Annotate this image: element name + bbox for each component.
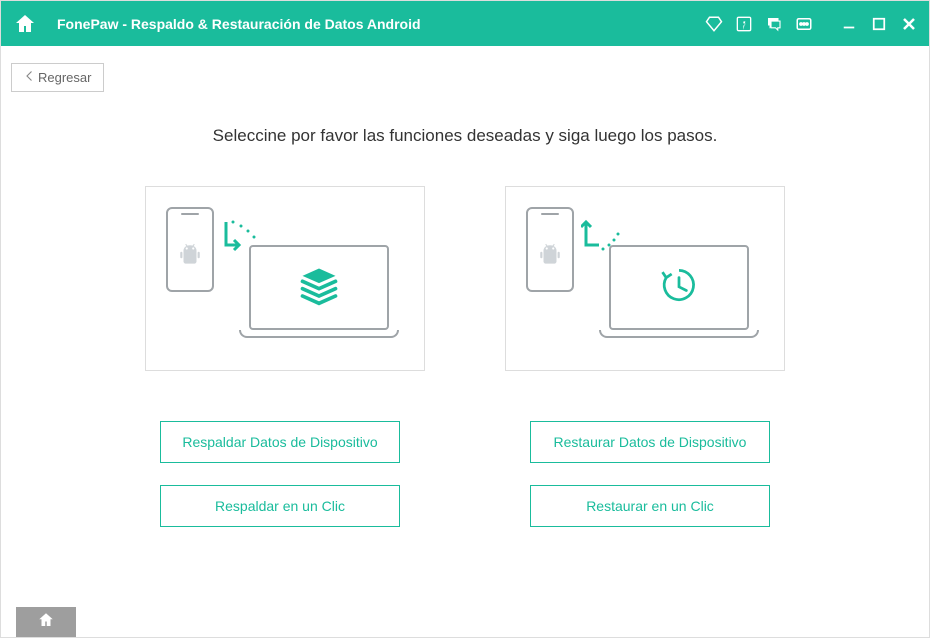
footer-home-button[interactable] (16, 607, 76, 637)
android-icon (537, 240, 563, 270)
main-content: Seleccine por favor las funciones desead… (1, 46, 929, 527)
app-title: FonePaw - Respaldo & Restauración de Dat… (57, 16, 705, 32)
android-icon (177, 240, 203, 270)
restore-device-button[interactable]: Restaurar Datos de Dispositivo (530, 421, 770, 463)
instruction-text: Seleccine por favor las funciones desead… (1, 126, 929, 146)
back-button[interactable]: Regresar (11, 63, 104, 92)
backup-device-button[interactable]: Respaldar Datos de Dispositivo (160, 421, 400, 463)
backup-buttons-column: Respaldar Datos de Dispositivo Respaldar… (160, 421, 400, 527)
titlebar-actions (705, 15, 917, 33)
close-button[interactable] (901, 16, 917, 32)
restore-illustration (505, 186, 785, 371)
facebook-icon[interactable] (735, 15, 753, 33)
titlebar: FonePaw - Respaldo & Restauración de Dat… (1, 1, 929, 46)
menu-icon[interactable] (795, 15, 813, 33)
home-icon[interactable] (13, 12, 37, 36)
back-label: Regresar (38, 70, 91, 85)
minimize-button[interactable] (841, 16, 857, 32)
illustration-cards (1, 186, 929, 371)
backup-one-click-button[interactable]: Respaldar en un Clic (160, 485, 400, 527)
phone-icon (166, 207, 214, 292)
backup-illustration (145, 186, 425, 371)
maximize-button[interactable] (871, 16, 887, 32)
back-arrow-icon (24, 70, 36, 85)
stack-icon (297, 263, 341, 312)
laptop-icon (239, 245, 399, 345)
restore-buttons-column: Restaurar Datos de Dispositivo Restaurar… (530, 421, 770, 527)
restore-clock-icon (657, 263, 701, 312)
restore-one-click-button[interactable]: Restaurar en un Clic (530, 485, 770, 527)
window-controls (841, 16, 917, 32)
phone-icon (526, 207, 574, 292)
diamond-icon[interactable] (705, 15, 723, 33)
feedback-icon[interactable] (765, 15, 783, 33)
action-buttons: Respaldar Datos de Dispositivo Respaldar… (1, 421, 929, 527)
home-icon (37, 611, 55, 634)
laptop-icon (599, 245, 759, 345)
